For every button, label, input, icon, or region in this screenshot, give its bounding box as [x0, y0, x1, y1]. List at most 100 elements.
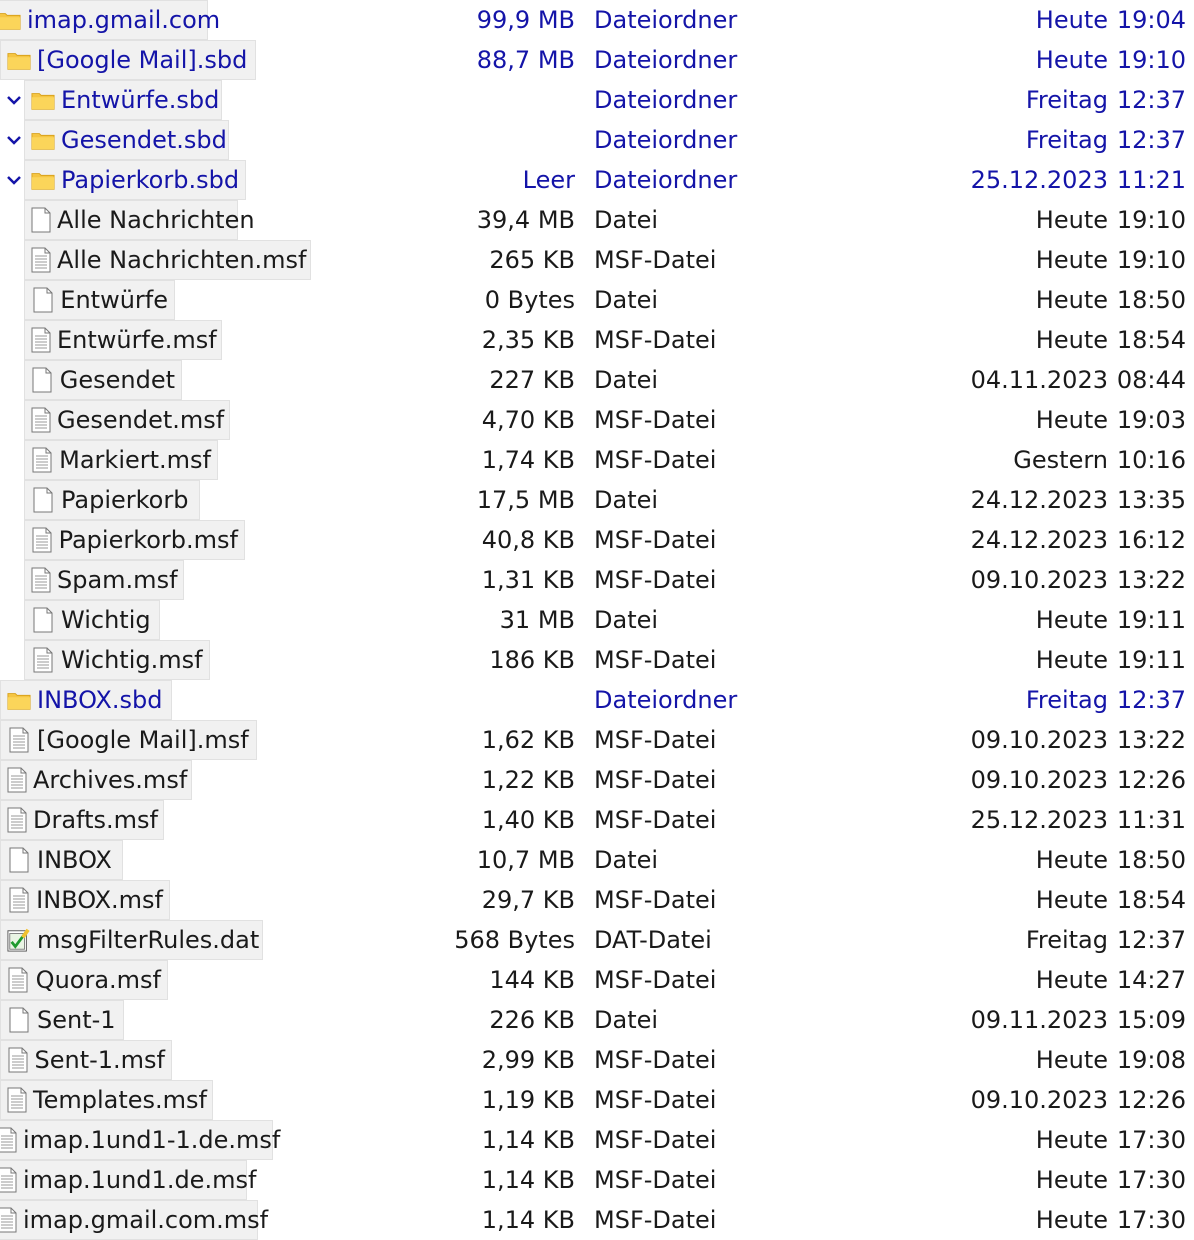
list-item[interactable]: [Google Mail].sbd 88,7 MB Dateiordner Heute… [0, 40, 1194, 80]
item-name-cell[interactable]: Alle Nachrichten [24, 200, 255, 240]
text-file-icon [31, 566, 51, 594]
list-item[interactable]: Alle Nachrichten.msf 265 KB MSF-Datei Heute… [0, 240, 1194, 280]
item-name-cell[interactable]: INBOX [0, 840, 123, 880]
item-name-cell[interactable]: INBOX.msf [0, 880, 170, 920]
blank-file-icon [7, 1006, 31, 1034]
item-name-cell[interactable]: Alle Nachrichten.msf [24, 240, 311, 280]
list-item[interactable]: Entwürfe.sbd Dateiordner Freitag 12:37 [0, 80, 1194, 120]
item-type: MSF-Datei [594, 766, 717, 794]
list-item[interactable]: Sent-1 226 KB Datei 09.11.2023 15:09 [0, 1000, 1194, 1040]
item-name-cell[interactable]: Papierkorb.sbd [24, 160, 246, 200]
item-name-cell[interactable]: Entwürfe [24, 280, 175, 320]
list-item[interactable]: INBOX 10,7 MB Datei Heute 18:50 [0, 840, 1194, 880]
item-name-cell[interactable]: Wichtig.msf [24, 640, 210, 680]
list-item[interactable]: imap.1und1.de.msf 1,14 KB MSF-Datei Heute 17… [0, 1160, 1194, 1200]
list-item[interactable]: Templates.msf 1,19 KB MSF-Datei 09.10.2023 1… [0, 1080, 1194, 1120]
list-item[interactable]: Entwürfe 0 Bytes Datei Heute 18:50 [0, 280, 1194, 320]
list-item[interactable]: Quora.msf 144 KB MSF-Datei Heute 14:27 [0, 960, 1194, 1000]
list-item[interactable]: msgFilterRules.dat 568 Bytes DAT-Datei Frei… [0, 920, 1194, 960]
list-item[interactable]: INBOX.msf 29,7 KB MSF-Datei Heute 18:54 [0, 880, 1194, 920]
text-file-icon [7, 886, 30, 914]
item-name-cell[interactable]: imap.gmail.com.msf [0, 1200, 268, 1240]
item-size: 0 Bytes [484, 286, 575, 314]
chevron-down-icon[interactable] [5, 120, 23, 160]
item-name-cell[interactable]: Gesendet.msf [24, 400, 230, 440]
item-date: Freitag [1025, 926, 1108, 954]
list-item[interactable]: Papierkorb 17,5 MB Datei 24.12.2023 13:35 [0, 480, 1194, 520]
item-name-cell[interactable]: Quora.msf [0, 960, 168, 1000]
item-date: Freitag [1025, 86, 1108, 114]
item-time: 17:30 [1116, 1126, 1186, 1154]
item-name-cell[interactable]: Wichtig [24, 600, 160, 640]
item-name-cell[interactable]: Drafts.msf [0, 800, 164, 840]
item-name-cell[interactable]: Entwürfe.sbd [24, 80, 222, 120]
list-item[interactable]: Papierkorb.msf 40,8 KB MSF-Datei 24.12.2023… [0, 520, 1194, 560]
folder-icon [7, 686, 31, 714]
item-name-cell[interactable]: Entwürfe.msf [24, 320, 222, 360]
list-item[interactable]: imap.1und1-1.de.msf 1,14 KB MSF-Datei Heute… [0, 1120, 1194, 1160]
list-item[interactable]: Gesendet 227 KB Datei 04.11.2023 08:44 [0, 360, 1194, 400]
list-item[interactable]: INBOX.sbd Dateiordner Freitag 12:37 [0, 680, 1194, 720]
item-type: MSF-Datei [594, 406, 717, 434]
item-name-cell[interactable]: Gesendet [24, 360, 182, 400]
list-item[interactable]: Drafts.msf 1,40 KB MSF-Datei 25.12.2023 11:3… [0, 800, 1194, 840]
item-name-cell[interactable]: imap.gmail.com [0, 0, 220, 40]
item-name-cell[interactable]: Sent-1 [0, 1000, 124, 1040]
item-name: Papierkorb.sbd [61, 166, 240, 194]
list-item[interactable]: Entwürfe.msf 2,35 KB MSF-Datei Heute 18:54 [0, 320, 1194, 360]
list-item[interactable]: Sent-1.msf 2,99 KB MSF-Datei Heute 19:08 [0, 1040, 1194, 1080]
item-name-cell[interactable]: Gesendet.sbd [24, 120, 229, 160]
item-time: 16:12 [1116, 526, 1186, 554]
item-type: MSF-Datei [594, 1166, 717, 1194]
item-name-cell[interactable]: msgFilterRules.dat [0, 920, 263, 960]
list-item[interactable]: Spam.msf 1,31 KB MSF-Datei 09.10.2023 13:22 [0, 560, 1194, 600]
item-name-cell[interactable]: [Google Mail].msf [0, 720, 257, 760]
chevron-down-icon[interactable] [5, 160, 23, 200]
item-name-cell[interactable]: imap.1und1-1.de.msf [0, 1120, 280, 1160]
item-size: 1,14 KB [481, 1206, 575, 1234]
item-date: 04.11.2023 [970, 366, 1108, 394]
item-name: Wichtig [61, 606, 151, 634]
item-name: Archives.msf [33, 766, 188, 794]
item-size: Leer [522, 166, 575, 194]
list-item[interactable]: Wichtig 31 MB Datei Heute 19:11 [0, 600, 1194, 640]
item-time: 19:10 [1116, 246, 1186, 274]
chevron-down-icon[interactable] [5, 80, 23, 120]
list-item[interactable]: Papierkorb.sbd Leer Dateiordner 25.12.2023 1… [0, 160, 1194, 200]
item-type: Datei [594, 366, 659, 394]
item-size: 1,62 KB [481, 726, 575, 754]
item-name-cell[interactable]: Sent-1.msf [0, 1040, 172, 1080]
item-name-cell[interactable]: Papierkorb.msf [24, 520, 245, 560]
item-size: 1,14 KB [481, 1126, 575, 1154]
item-type: Datei [594, 846, 659, 874]
list-item[interactable]: [Google Mail].msf 1,62 KB MSF-Datei 09.10.2… [0, 720, 1194, 760]
list-item[interactable]: Gesendet.msf 4,70 KB MSF-Datei Heute 19:03 [0, 400, 1194, 440]
item-name-cell[interactable]: Templates.msf [0, 1080, 213, 1120]
item-size: 144 KB [489, 966, 575, 994]
item-name-cell[interactable]: Papierkorb [24, 480, 200, 520]
item-size: 186 KB [489, 646, 575, 674]
list-item[interactable]: Markiert.msf 1,74 KB MSF-Datei Gestern 10:16 [0, 440, 1194, 480]
item-name-cell[interactable]: Spam.msf [24, 560, 184, 600]
list-item[interactable]: imap.gmail.com 99,9 MB Dateiordner Heute 19:… [0, 0, 1194, 40]
item-name-cell[interactable]: Archives.msf [0, 760, 192, 800]
list-item[interactable]: imap.gmail.com.msf 1,14 KB MSF-Datei Heute 1… [0, 1200, 1194, 1240]
item-time: 19:10 [1116, 206, 1186, 234]
item-size: 227 KB [489, 366, 575, 394]
item-name: Templates.msf [33, 1086, 207, 1114]
list-item[interactable]: Gesendet.sbd Dateiordner Freitag 12:37 [0, 120, 1194, 160]
item-time: 08:44 [1116, 366, 1186, 394]
text-file-icon [31, 406, 51, 434]
item-type: DAT-Datei [594, 926, 712, 954]
list-item[interactable]: Archives.msf 1,22 KB MSF-Datei 09.10.2023 12… [0, 760, 1194, 800]
list-item[interactable]: Wichtig.msf 186 KB MSF-Datei Heute 19:11 [0, 640, 1194, 680]
item-size: 17,5 MB [476, 486, 575, 514]
item-name-cell[interactable]: [Google Mail].sbd [0, 40, 256, 80]
item-name-cell[interactable]: imap.1und1.de.msf [0, 1160, 256, 1200]
list-item[interactable]: Alle Nachrichten 39,4 MB Datei Heute 19:10 [0, 200, 1194, 240]
item-name-cell[interactable]: INBOX.sbd [0, 680, 172, 720]
item-name-cell[interactable]: Markiert.msf [24, 440, 218, 480]
text-file-icon [31, 446, 53, 474]
item-size: 265 KB [489, 246, 575, 274]
item-size: 10,7 MB [476, 846, 575, 874]
